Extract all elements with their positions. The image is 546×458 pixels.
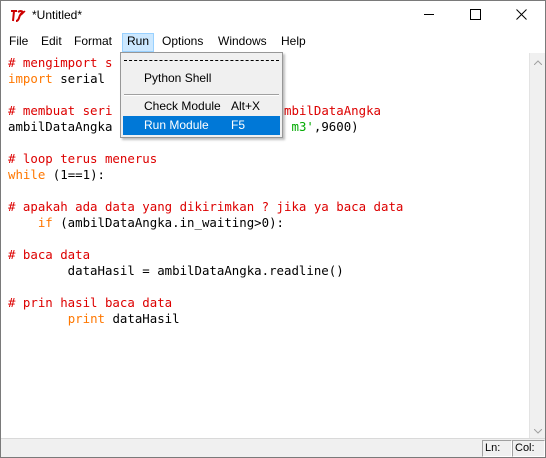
menu-item-label: Run Module	[144, 118, 209, 132]
scroll-up-button[interactable]	[530, 53, 546, 69]
code-token: dataHasil	[105, 311, 180, 326]
code-token: (1==1):	[45, 167, 105, 182]
menu-item-check-module[interactable]: Check Module Alt+X	[123, 97, 280, 116]
menu-edit[interactable]: Edit	[37, 33, 66, 52]
code-token: ,9600)	[313, 119, 359, 134]
code-line: # loop terus menerus	[8, 151, 157, 167]
close-button[interactable]	[498, 1, 544, 31]
code-token: m3'	[291, 119, 314, 134]
code-token: # baca data	[8, 247, 91, 262]
code-token: # apakah ada data yang dikirimkan ? jika…	[8, 199, 404, 214]
close-icon	[515, 9, 527, 23]
code-token: # membuat seri	[8, 103, 113, 118]
code-line: # prin hasil baca data	[8, 295, 172, 311]
menu-options[interactable]: Options	[158, 33, 207, 52]
menu-file[interactable]: File	[5, 33, 32, 52]
code-token: while	[8, 167, 46, 182]
code-token: dataHasil = ambilDataAngka.readline()	[8, 263, 344, 278]
menu-run[interactable]: Run	[122, 33, 155, 52]
code-line: if (ambilDataAngka.in_waiting>0):	[8, 215, 284, 231]
code-token: ambilDataAngka	[8, 119, 113, 134]
code-token: import	[8, 71, 53, 86]
code-line: while (1==1):	[8, 167, 105, 183]
code-line: import serial	[8, 71, 105, 87]
menu-item-accelerator: Alt+X	[231, 99, 261, 113]
idle-editor-window: *Untitled* File Edit Format Run Options …	[0, 0, 546, 458]
chevron-up-icon	[533, 54, 543, 68]
menu-windows[interactable]: Windows	[214, 33, 271, 52]
menu-item-label: Check Module	[144, 99, 221, 113]
menu-item-accelerator: F5	[231, 118, 246, 132]
status-line-number: Ln: 6	[482, 440, 512, 458]
code-token: (ambilDataAngka.in_waiting>0):	[52, 215, 285, 230]
code-token: serial	[52, 71, 105, 86]
scroll-down-button[interactable]	[530, 422, 546, 438]
code-token: # mengimport s	[8, 55, 113, 70]
chevron-down-icon	[533, 423, 543, 437]
menu-item-python-shell[interactable]: Python Shell	[123, 69, 280, 88]
menu-format[interactable]: Format	[70, 33, 116, 52]
idle-feather-icon	[9, 8, 27, 24]
code-token: if	[37, 215, 53, 230]
maximize-button[interactable]	[452, 1, 498, 31]
code-token: print	[67, 311, 105, 326]
code-line: dataHasil = ambilDataAngka.readline()	[8, 263, 344, 279]
window-title: *Untitled*	[32, 8, 83, 22]
menu-help[interactable]: Help	[277, 33, 310, 52]
code-line: print dataHasil	[8, 311, 180, 327]
vertical-scrollbar[interactable]	[529, 53, 545, 438]
menu-item-run-module[interactable]: Run Module F5	[123, 116, 280, 135]
code-line: # apakah ada data yang dikirimkan ? jika…	[8, 199, 403, 215]
code-token: # loop terus menerus	[8, 151, 158, 166]
menu-item-label: Python Shell	[144, 71, 212, 85]
title-bar[interactable]: *Untitled*	[1, 1, 545, 31]
code-line: # baca data	[8, 247, 90, 263]
menu-bar: File Edit Format Run Options Windows Hel…	[1, 31, 545, 52]
minimize-button[interactable]	[406, 1, 452, 31]
menu-separator	[124, 94, 279, 96]
maximize-icon	[469, 9, 481, 23]
code-line: # mengimport s	[8, 55, 112, 71]
status-bar: Ln: 6 Col: 0	[1, 438, 545, 458]
run-menu-dropdown: Python Shell Check Module Alt+X Run Modu…	[120, 52, 283, 138]
minimize-icon	[423, 9, 435, 23]
code-token: # prin hasil baca data	[8, 295, 173, 310]
status-column-number: Col: 0	[512, 440, 545, 458]
menu-tearoff-line[interactable]	[124, 60, 279, 61]
